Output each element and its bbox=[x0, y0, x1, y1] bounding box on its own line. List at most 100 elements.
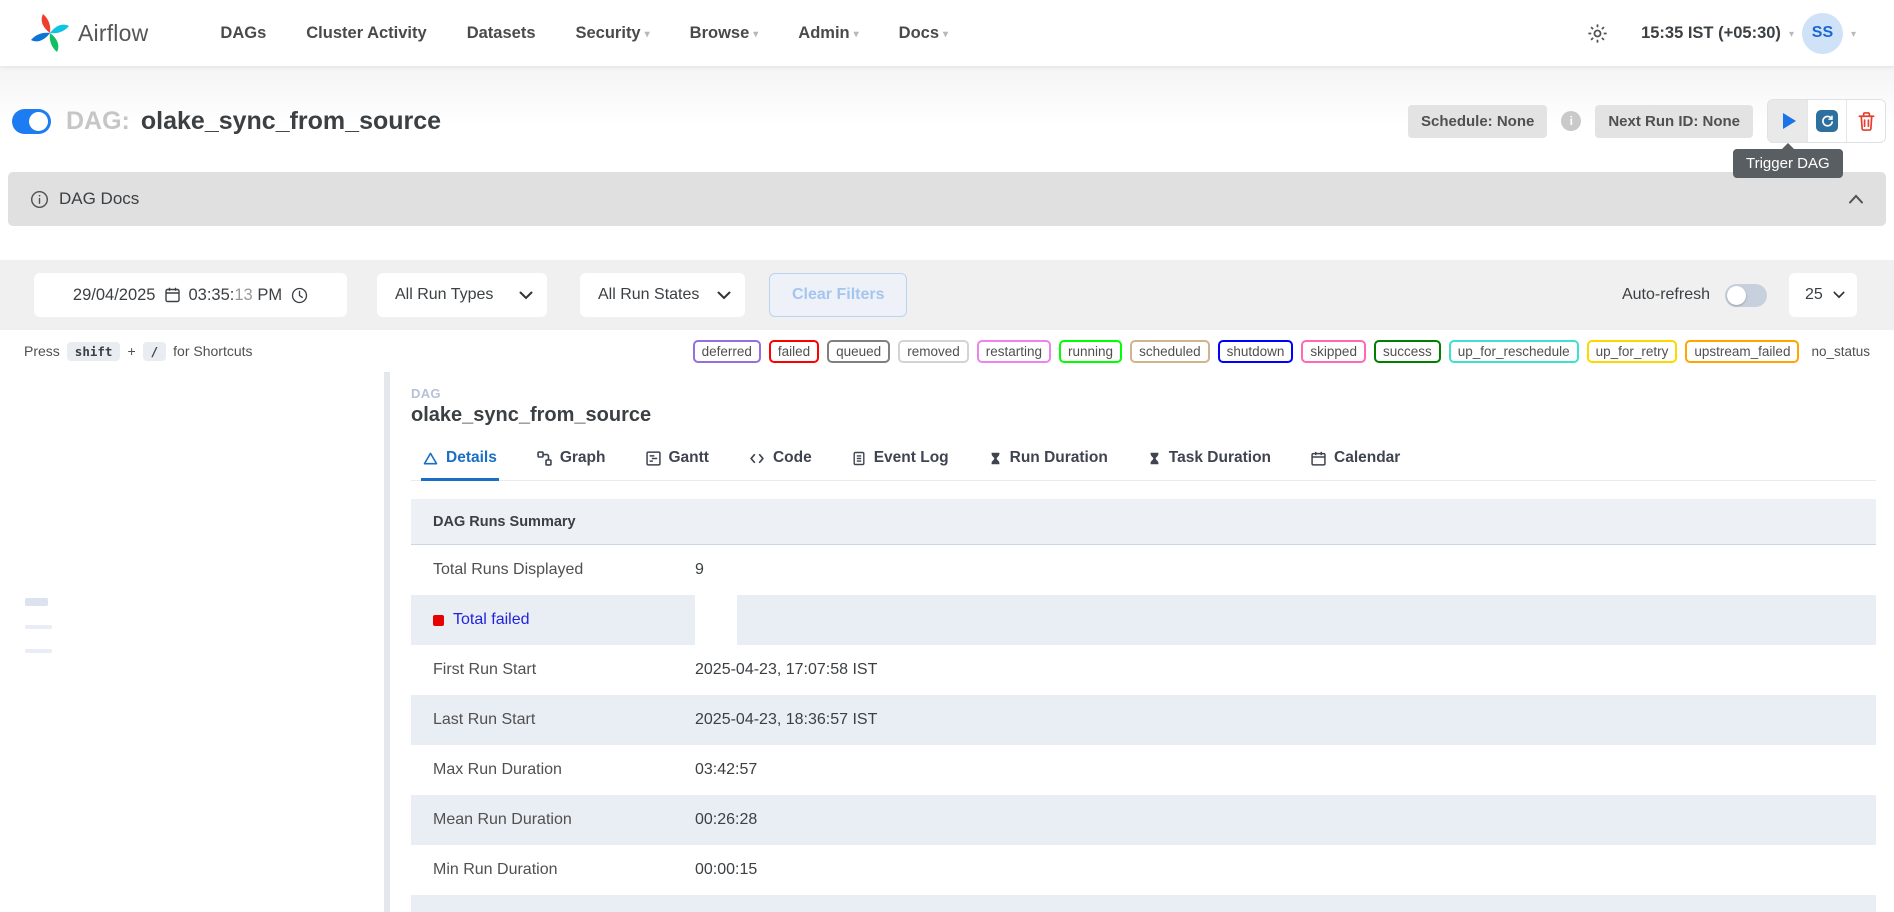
tab-task-duration[interactable]: Task Duration bbox=[1146, 439, 1273, 480]
navbar-clock[interactable]: 15:35 IST (+05:30) bbox=[1641, 24, 1781, 43]
status-badge-scheduled: scheduled bbox=[1130, 340, 1210, 363]
tab-run-duration[interactable]: Run Duration bbox=[987, 439, 1110, 480]
time-seconds: 13 bbox=[234, 286, 252, 304]
status-badge-removed: removed bbox=[898, 340, 969, 363]
shift-key: shift bbox=[67, 342, 121, 361]
caret-down-icon: ▾ bbox=[1851, 29, 1856, 40]
nav-item-admin[interactable]: Admin▾ bbox=[798, 24, 858, 43]
user-avatar[interactable]: SS bbox=[1802, 13, 1843, 54]
panel-dag-title: olake_sync_from_source bbox=[411, 404, 1876, 427]
nav-item-cluster-activity[interactable]: Cluster Activity bbox=[306, 24, 426, 43]
chevron-down-icon bbox=[1833, 291, 1845, 299]
status-badge-shutdown: shutdown bbox=[1218, 340, 1294, 363]
schedule-badge: Schedule: None bbox=[1408, 105, 1547, 138]
slash-key: / bbox=[143, 342, 167, 361]
filter-bar: 29/04/2025 03:35:13 PM All Run Types All… bbox=[0, 260, 1894, 330]
status-legend: deferred failed queued removed restartin… bbox=[693, 340, 1870, 363]
table-row: Total Runs Displayed 9 bbox=[411, 545, 1876, 595]
toggle-knob bbox=[1727, 286, 1746, 305]
nav-item-security[interactable]: Security▾ bbox=[576, 24, 650, 43]
nav-item-dags[interactable]: DAGs bbox=[220, 24, 266, 43]
detail-tabs: Details Graph Gantt Code bbox=[411, 439, 1876, 481]
run-types-value: All Run Types bbox=[395, 286, 493, 304]
summary-table-header: DAG Runs Summary bbox=[411, 499, 1876, 545]
table-row: Min Run Duration 00:00:15 bbox=[411, 845, 1876, 895]
trash-icon bbox=[1857, 111, 1876, 132]
event-log-icon bbox=[852, 451, 866, 466]
status-badge-running: running bbox=[1059, 340, 1122, 363]
shortcuts-hint: Press shift + / for Shortcuts bbox=[24, 342, 253, 361]
dag-action-buttons bbox=[1767, 99, 1886, 143]
table-row: Mean Run Duration 00:26:28 bbox=[411, 795, 1876, 845]
gantt-icon bbox=[646, 451, 661, 466]
airflow-brand[interactable]: Airflow bbox=[30, 13, 148, 53]
caret-down-icon: ▾ bbox=[943, 29, 948, 40]
navbar-right: 15:35 IST (+05:30) ▾ SS ▾ bbox=[1586, 13, 1864, 54]
tab-graph[interactable]: Graph bbox=[535, 439, 608, 480]
status-badge-up-for-retry: up_for_retry bbox=[1587, 340, 1678, 363]
tab-details[interactable]: Details bbox=[421, 439, 499, 480]
tab-gantt[interactable]: Gantt bbox=[644, 439, 711, 480]
nav-item-datasets[interactable]: Datasets bbox=[467, 24, 536, 43]
tab-event-log[interactable]: Event Log bbox=[850, 439, 951, 480]
auto-refresh-toggle[interactable] bbox=[1725, 284, 1767, 307]
date-value: 29/04/2025 bbox=[73, 286, 156, 305]
caret-down-icon: ▾ bbox=[645, 29, 650, 40]
next-run-badge: Next Run ID: None bbox=[1595, 105, 1753, 138]
dag-docs-label: DAG Docs bbox=[59, 189, 139, 209]
toggle-knob bbox=[29, 112, 48, 131]
brand-name: Airflow bbox=[78, 20, 148, 47]
status-badge-upstream-failed: upstream_failed bbox=[1685, 340, 1799, 363]
gear-icon[interactable] bbox=[1586, 22, 1609, 45]
schedule-info-icon[interactable]: i bbox=[1561, 111, 1581, 131]
caret-down-icon: ▾ bbox=[854, 29, 859, 40]
clear-filters-button[interactable]: Clear Filters bbox=[769, 273, 907, 317]
run-states-value: All Run States bbox=[598, 286, 699, 304]
clock-icon bbox=[291, 287, 308, 304]
chevron-down-icon bbox=[519, 291, 533, 300]
auto-refresh-control: Auto-refresh bbox=[1622, 284, 1767, 307]
info-circle-icon bbox=[30, 190, 49, 209]
dag-docs-bar[interactable]: DAG Docs bbox=[8, 172, 1886, 226]
tab-calendar[interactable]: Calendar bbox=[1309, 439, 1402, 480]
nav-item-docs[interactable]: Docs▾ bbox=[899, 24, 948, 43]
dag-runs-summary-table: DAG Runs Summary Total Runs Displayed 9 … bbox=[411, 499, 1876, 912]
status-badge-deferred: deferred bbox=[693, 340, 761, 363]
total-failed-link[interactable]: Total failed bbox=[453, 611, 530, 629]
page-size-select[interactable]: 25 bbox=[1789, 273, 1857, 317]
chevron-up-icon[interactable] bbox=[1848, 194, 1864, 204]
details-icon bbox=[423, 451, 438, 466]
dag-header-band: DAG: olake_sync_from_source Schedule: No… bbox=[0, 66, 1894, 172]
grid-skeleton-bar bbox=[25, 649, 52, 653]
calendar-icon bbox=[165, 287, 180, 303]
status-badge-success: success bbox=[1374, 340, 1441, 363]
reparse-icon bbox=[1816, 110, 1838, 132]
tab-code[interactable]: Code bbox=[747, 439, 814, 480]
nav-item-browse[interactable]: Browse▾ bbox=[690, 24, 759, 43]
trigger-dag-button[interactable] bbox=[1768, 100, 1807, 142]
table-row: Max Run Duration 03:42:57 bbox=[411, 745, 1876, 795]
details-pane: DAG olake_sync_from_source Details Graph… bbox=[390, 372, 1894, 912]
status-badge-queued: queued bbox=[827, 340, 890, 363]
page-size-value: 25 bbox=[1805, 286, 1823, 304]
table-row: First Run Start 2025-04-23, 17:07:58 IST bbox=[411, 645, 1876, 695]
grid-pane bbox=[0, 372, 384, 912]
caret-down-icon: ▾ bbox=[1789, 29, 1794, 40]
grid-skeleton-bar bbox=[25, 598, 48, 606]
reparse-dag-button[interactable] bbox=[1807, 100, 1846, 142]
table-row-partial bbox=[411, 895, 1876, 912]
status-badge-up-for-reschedule: up_for_reschedule bbox=[1449, 340, 1579, 363]
table-row: Total failed bbox=[411, 595, 1876, 645]
calendar-icon bbox=[1311, 451, 1326, 466]
run-states-select[interactable]: All Run States bbox=[580, 273, 745, 317]
hourglass-icon bbox=[1148, 451, 1161, 466]
status-badge-skipped: skipped bbox=[1301, 340, 1366, 363]
status-badge-no-status: no_status bbox=[1807, 342, 1870, 361]
dag-pause-toggle[interactable] bbox=[12, 109, 51, 134]
trigger-dag-tooltip: Trigger DAG bbox=[1733, 149, 1843, 178]
run-types-select[interactable]: All Run Types bbox=[377, 273, 547, 317]
base-date-input[interactable]: 29/04/2025 03:35:13 PM bbox=[34, 273, 347, 317]
dag-prefix-label: DAG: bbox=[66, 107, 130, 136]
table-row: Last Run Start 2025-04-23, 18:36:57 IST bbox=[411, 695, 1876, 745]
delete-dag-button[interactable] bbox=[1846, 100, 1885, 142]
